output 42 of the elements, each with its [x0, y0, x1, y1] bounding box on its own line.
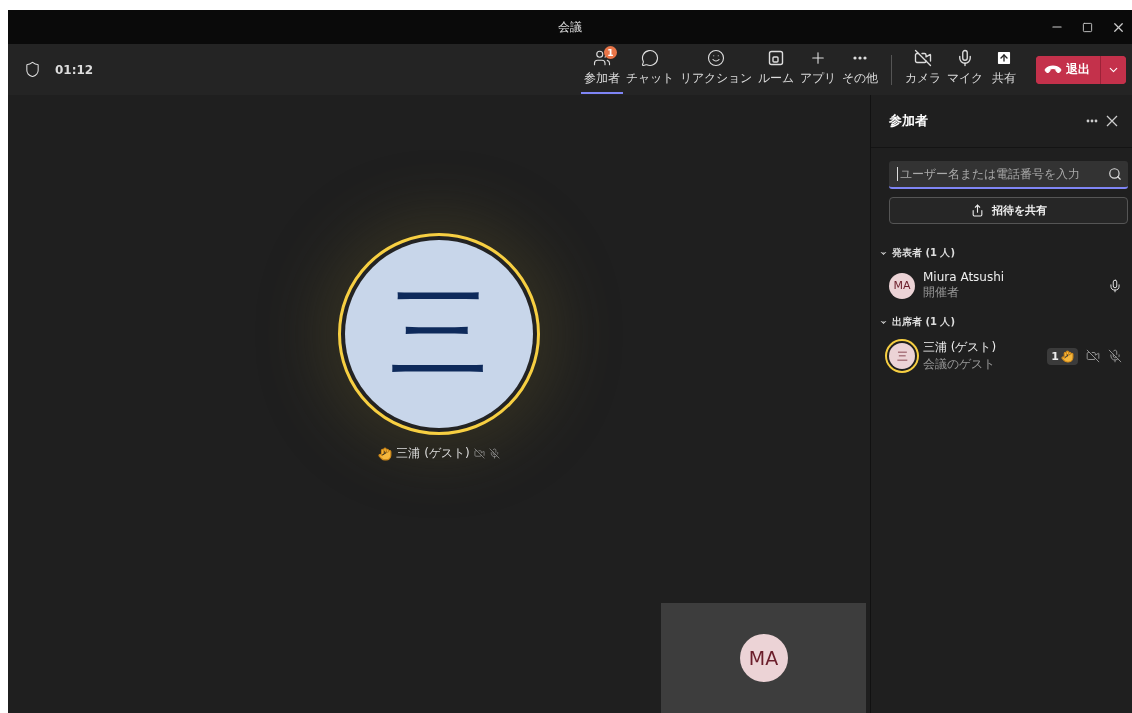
share-icon	[995, 49, 1013, 67]
people-icon	[593, 49, 611, 67]
camera-off-icon	[914, 49, 932, 67]
chat-icon	[641, 49, 659, 67]
reaction-icon	[707, 49, 725, 67]
group-header[interactable]: 出席者 (1 人)	[871, 315, 1132, 329]
panel-title: 参加者	[889, 112, 929, 130]
more-icon[interactable]	[1086, 119, 1098, 123]
member-name: Miura Atsushi	[923, 270, 1006, 284]
room-icon	[767, 49, 785, 67]
member-role: 会議のゲスト	[923, 356, 996, 373]
toolbar-button[interactable]: マイク	[944, 45, 986, 94]
share-icon	[970, 204, 984, 217]
toolbar-button[interactable]: チャット	[623, 45, 677, 94]
member-role: 開催者	[923, 284, 960, 301]
leave-options-button[interactable]	[1100, 55, 1126, 84]
participant-avatar: 三	[345, 240, 533, 428]
close-icon[interactable]	[1106, 115, 1118, 127]
toolbar-button[interactable]: カメラ	[902, 45, 944, 94]
more-icon	[853, 56, 867, 60]
participant-name: 三浦 (ゲスト)	[396, 445, 470, 462]
raised-hand-badge: 1	[1047, 347, 1078, 365]
mic-icon	[956, 49, 974, 67]
group-header[interactable]: 発表者 (1 人)	[871, 246, 1132, 260]
plus-icon	[809, 49, 827, 67]
share-invite-button[interactable]: 招待を共有	[889, 197, 1128, 224]
maximize-icon[interactable]	[1082, 21, 1093, 33]
meeting-timer: 01:12	[55, 62, 94, 77]
toolbar-button[interactable]: アプリ	[797, 45, 839, 94]
window-title: 会議	[558, 18, 582, 36]
self-avatar: MA	[739, 634, 788, 682]
member-name: 三浦 (ゲスト)	[923, 339, 998, 356]
toolbar-button[interactable]: 共有	[986, 45, 1022, 94]
member-avatar: MA	[889, 272, 915, 299]
toolbar-button[interactable]: リアクション	[677, 45, 755, 94]
toolbar-button[interactable]: その他	[839, 45, 881, 94]
search-icon	[1108, 167, 1122, 181]
search-field[interactable]: ユーザー名または電話番号を入力	[889, 161, 1128, 189]
member-avatar: 三	[889, 343, 915, 369]
toolbar-button[interactable]: ルーム	[755, 45, 797, 94]
count-badge: 1	[604, 46, 617, 59]
shield-icon	[24, 61, 41, 78]
